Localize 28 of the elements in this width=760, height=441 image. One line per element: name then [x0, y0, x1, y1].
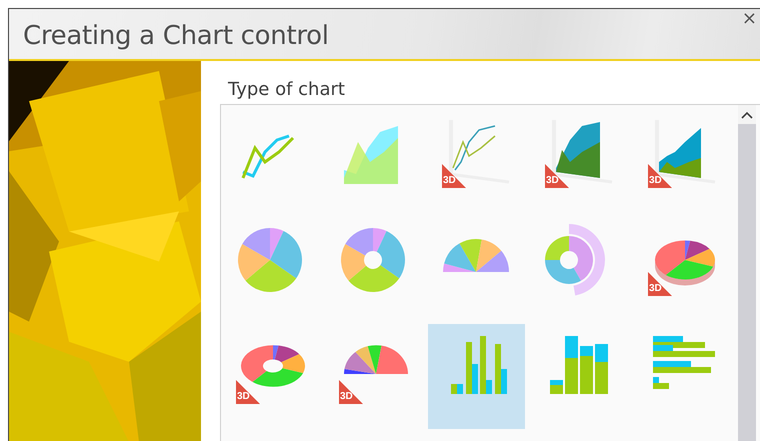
- chart-type-tile[interactable]: 3D: [531, 108, 628, 213]
- doughnut-chart-icon: [240, 345, 304, 387]
- window-title: Creating a Chart control: [22, 20, 329, 53]
- scroll-up-button[interactable]: [738, 105, 756, 124]
- 3d-tag: 3D: [648, 272, 672, 296]
- chart-type-tile[interactable]: 3D: [325, 324, 422, 429]
- chart-type-tile[interactable]: 3D: [634, 216, 731, 321]
- half-pie-chart-icon: [344, 345, 408, 374]
- chart-type-tile[interactable]: 3D: [428, 108, 525, 213]
- 3d-tag: 3D: [339, 380, 363, 404]
- section-label: Type of chart: [227, 79, 346, 102]
- chart-type-tile[interactable]: 3D: [634, 108, 731, 213]
- caret-up-icon: [741, 110, 753, 118]
- column-chart-icon: [550, 336, 608, 394]
- chart-type-tile[interactable]: [428, 324, 525, 429]
- area-chart-icon: [344, 126, 398, 184]
- scrollbar[interactable]: [738, 105, 756, 441]
- 3d-tag: 3D: [236, 380, 260, 404]
- doughnut-chart-icon: [340, 228, 404, 292]
- chart-type-tile[interactable]: 3D: [222, 324, 319, 429]
- column-chart-icon: [450, 336, 506, 394]
- half-pie-chart-icon: [442, 239, 508, 272]
- pie-chart-icon: [238, 228, 302, 292]
- line-chart-icon: [241, 134, 294, 179]
- doughnut-chart-icon: [544, 224, 604, 296]
- close-button[interactable]: ×: [738, 9, 760, 29]
- bar-chart-icon: [652, 336, 714, 389]
- pie-chart-icon: [654, 240, 714, 286]
